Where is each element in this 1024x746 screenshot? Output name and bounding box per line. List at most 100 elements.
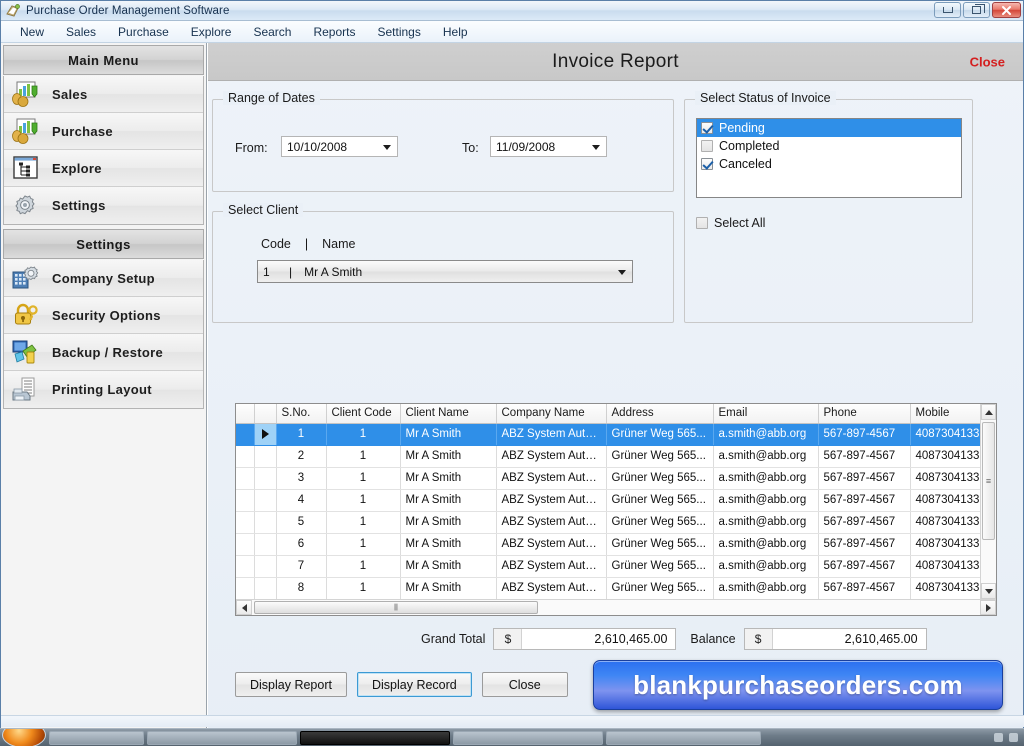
form-close-link[interactable]: Close <box>970 54 1005 69</box>
to-label: To: <box>462 141 479 155</box>
table-row[interactable]: 7 1 Mr A Smith ABZ System Autom... Grüne… <box>236 555 987 578</box>
cell-company-name: ABZ System Autom... <box>496 511 607 534</box>
checkbox-canceled[interactable] <box>701 158 713 170</box>
scroll-right-button[interactable] <box>980 600 996 615</box>
menu-item-search[interactable]: Search <box>242 22 302 42</box>
cell-phone: 567-897-4567 <box>818 423 911 446</box>
menu-item-purchase[interactable]: Purchase <box>107 22 180 42</box>
arrow-left-icon <box>241 603 247 612</box>
horizontal-scroll-thumb[interactable] <box>254 601 538 614</box>
grid-col-sno[interactable]: S.No. <box>276 404 327 424</box>
table-row[interactable]: 3 1 Mr A Smith ABZ System Autom... Grüne… <box>236 467 987 490</box>
checkbox-pending[interactable] <box>701 122 713 134</box>
menu-item-settings[interactable]: Settings <box>367 22 432 42</box>
taskbar-item[interactable] <box>606 730 761 745</box>
lock-key-icon <box>10 301 40 329</box>
table-row[interactable]: 1 1 Mr A Smith ABZ System Autom... Grüne… <box>236 423 987 446</box>
sidebar-item-company-setup[interactable]: Company Setup <box>4 260 203 297</box>
sidebar-main-menu-header: Main Menu <box>3 45 204 75</box>
vertical-scroll-thumb[interactable] <box>982 422 995 540</box>
application-window: Purchase Order Management Software New S… <box>0 0 1024 746</box>
status-option-completed[interactable]: Completed <box>697 137 961 155</box>
row-gutter <box>236 577 255 600</box>
grid-col-company-name[interactable]: Company Name <box>496 404 607 424</box>
grid-col-email[interactable]: Email <box>713 404 819 424</box>
grid-col-client-name[interactable]: Client Name <box>400 404 497 424</box>
row-selector[interactable] <box>254 445 277 468</box>
row-selector[interactable] <box>254 423 277 446</box>
sidebar-item-security-options-label: Security Options <box>52 307 161 323</box>
status-option-canceled[interactable]: Canceled <box>697 155 961 173</box>
row-selector[interactable] <box>254 467 277 490</box>
select-all-row[interactable]: Select All <box>696 216 765 230</box>
cell-address: Grüner Weg 565... <box>606 467 714 490</box>
scroll-left-button[interactable] <box>236 600 252 615</box>
grid-col-address[interactable]: Address <box>606 404 714 424</box>
status-option-pending[interactable]: Pending <box>697 119 961 137</box>
table-row[interactable]: 8 1 Mr A Smith ABZ System Autom... Grüne… <box>236 577 987 600</box>
grid-horizontal-scrollbar[interactable] <box>236 599 996 615</box>
sidebar-item-security-options[interactable]: Security Options <box>4 297 203 334</box>
sidebar-item-purchase[interactable]: Purchase <box>4 113 203 150</box>
taskbar-item[interactable] <box>147 730 297 745</box>
table-row[interactable]: 2 1 Mr A Smith ABZ System Autom... Grüne… <box>236 445 987 468</box>
cell-client-name: Mr A Smith <box>400 445 497 468</box>
grid-col-phone[interactable]: Phone <box>818 404 911 424</box>
row-selector[interactable] <box>254 533 277 556</box>
row-selector[interactable] <box>254 511 277 534</box>
invoice-data-grid[interactable]: S.No. Client Code Client Name Company Na… <box>235 403 997 616</box>
grid-col-client-code[interactable]: Client Code <box>326 404 401 424</box>
grid-corner-gutter <box>236 404 255 424</box>
row-gutter <box>236 423 255 446</box>
horizontal-scroll-track[interactable] <box>252 600 980 615</box>
from-date-picker[interactable]: 10/10/2008 <box>281 136 398 157</box>
close-button[interactable]: Close <box>481 672 568 697</box>
grid-vertical-scrollbar[interactable] <box>980 404 996 599</box>
minimize-button[interactable] <box>934 2 961 18</box>
application-icon <box>5 3 21 19</box>
from-date-value: 10/10/2008 <box>287 139 348 154</box>
table-row[interactable]: 5 1 Mr A Smith ABZ System Autom... Grüne… <box>236 511 987 534</box>
scroll-up-button[interactable] <box>981 404 996 420</box>
row-selector[interactable] <box>254 555 277 578</box>
website-banner[interactable]: blankpurchaseorders.com <box>593 660 1003 710</box>
display-report-button[interactable]: Display Report <box>235 672 347 697</box>
tray-icon[interactable] <box>994 733 1003 742</box>
cell-sno: 6 <box>276 533 327 556</box>
sidebar-item-settings[interactable]: Settings <box>4 187 203 224</box>
to-date-picker[interactable]: 11/09/2008 <box>490 136 607 157</box>
menu-item-sales[interactable]: Sales <box>55 22 107 42</box>
menu-item-help[interactable]: Help <box>432 22 479 42</box>
checkbox-completed[interactable] <box>701 140 713 152</box>
table-row[interactable]: 6 1 Mr A Smith ABZ System Autom... Grüne… <box>236 533 987 556</box>
cell-company-name: ABZ System Autom... <box>496 467 607 490</box>
taskbar-item[interactable] <box>49 730 144 745</box>
status-option-pending-label: Pending <box>719 121 765 135</box>
start-button[interactable] <box>2 729 46 746</box>
sidebar-item-explore[interactable]: Explore <box>4 150 203 187</box>
window-close-button[interactable] <box>992 2 1021 18</box>
row-selector[interactable] <box>254 489 277 512</box>
checkbox-select-all[interactable] <box>696 217 708 229</box>
sidebar-item-backup-restore[interactable]: Backup / Restore <box>4 334 203 371</box>
client-code-header: Code <box>261 237 291 251</box>
grid-col-mobile[interactable]: Mobile <box>910 404 987 424</box>
taskbar-item[interactable] <box>453 730 603 745</box>
taskbar-item-active[interactable] <box>300 730 450 745</box>
display-record-button[interactable]: Display Record <box>356 672 472 697</box>
maximize-button[interactable] <box>963 2 990 18</box>
client-select[interactable]: 1 | Mr A Smith <box>257 260 633 283</box>
row-selector[interactable] <box>254 577 277 600</box>
tray-icon[interactable] <box>1009 733 1018 742</box>
sidebar-item-printing-layout-label: Printing Layout <box>52 382 152 397</box>
vertical-scroll-track[interactable] <box>981 420 996 583</box>
cell-mobile: 4087304133 <box>910 467 987 490</box>
table-row[interactable]: 4 1 Mr A Smith ABZ System Autom... Grüne… <box>236 489 987 512</box>
scroll-down-button[interactable] <box>981 583 996 599</box>
menu-item-new[interactable]: New <box>9 22 55 42</box>
menu-item-reports[interactable]: Reports <box>302 22 366 42</box>
menu-item-explore[interactable]: Explore <box>180 22 243 42</box>
sidebar-item-printing-layout[interactable]: Printing Layout <box>4 371 203 408</box>
status-listbox[interactable]: Pending Completed Canceled <box>696 118 962 198</box>
sidebar-item-sales[interactable]: Sales <box>4 76 203 113</box>
